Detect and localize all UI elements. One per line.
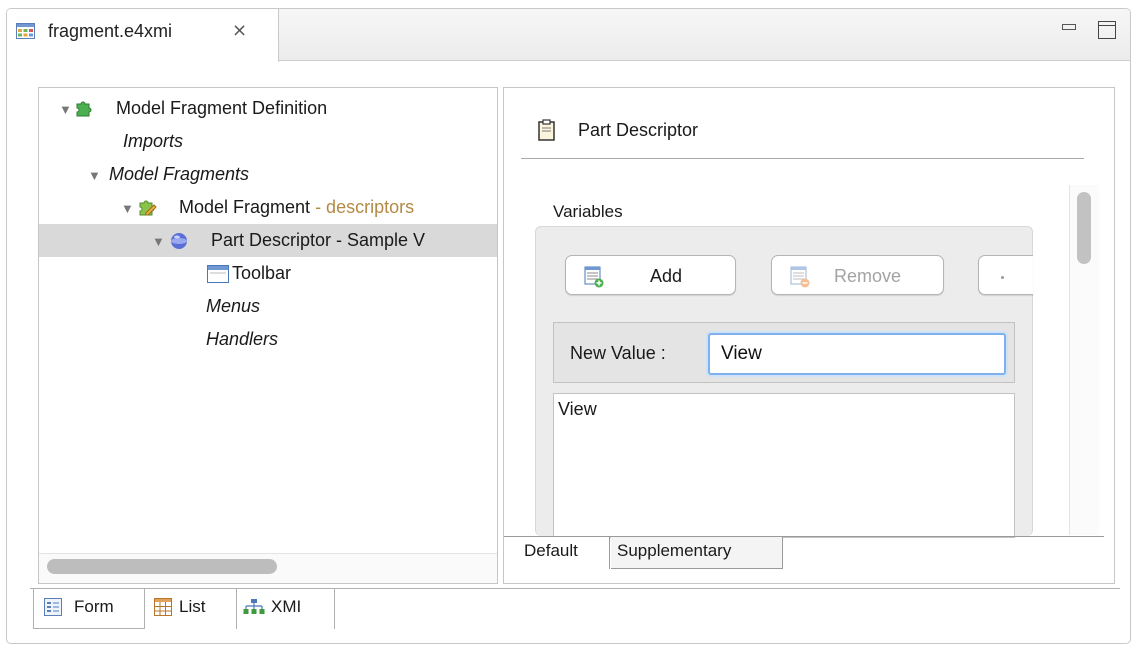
sphere-icon	[171, 233, 187, 249]
minimize-icon[interactable]	[1062, 24, 1076, 30]
form-icon	[44, 598, 62, 616]
puzzle-edit-icon	[139, 200, 157, 216]
maximize-icon[interactable]	[1098, 21, 1116, 39]
close-icon[interactable]: ⨯	[232, 20, 247, 41]
expand-triangle-icon[interactable]: ▼	[59, 102, 72, 117]
puzzle-green-icon	[76, 101, 92, 117]
variables-list[interactable]	[553, 393, 1015, 538]
tree-item-toolbar[interactable]: Toolbar	[39, 257, 497, 290]
more-icon	[1001, 276, 1004, 279]
tree-item-annotation: - descriptors	[310, 197, 415, 217]
hierarchy-icon	[243, 599, 265, 614]
remove-button[interactable]: Remove	[771, 255, 944, 295]
table-add-icon	[584, 266, 604, 288]
tree-item-model-fragment-definition[interactable]: ▼ Model Fragment Definition	[39, 92, 497, 125]
new-value-label: New Value :	[570, 343, 666, 363]
expand-triangle-icon[interactable]: ▼	[88, 168, 101, 183]
new-value-input[interactable]	[708, 333, 1006, 375]
tree-item-menus[interactable]: Menus	[39, 290, 497, 323]
e4xmi-file-icon	[16, 23, 35, 39]
details-scrollbar-thumb[interactable]	[1077, 192, 1091, 264]
list-item[interactable]: View	[558, 399, 597, 420]
tree-item-part-descriptor[interactable]: ▼ Part Descriptor - Sample V	[39, 224, 497, 257]
tree-item-imports[interactable]: Imports	[39, 125, 497, 158]
expand-triangle-icon[interactable]: ▼	[152, 234, 165, 249]
variables-label: Variables	[553, 202, 623, 221]
table-remove-icon	[790, 266, 810, 288]
tab-list[interactable]: List	[145, 589, 237, 629]
tree-item-label: Model Fragment	[179, 197, 311, 217]
tab-label: Supplementary	[617, 541, 732, 560]
table-icon	[154, 598, 172, 616]
expand-triangle-icon[interactable]: ▼	[121, 201, 134, 216]
tab-supplementary[interactable]: Supplementary	[611, 537, 783, 569]
more-button[interactable]	[978, 255, 1033, 295]
divider	[521, 158, 1084, 159]
tree-item-handlers[interactable]: Handlers	[39, 323, 497, 356]
tree-scrollbar-thumb[interactable]	[47, 559, 277, 574]
toolbar-icon	[207, 265, 229, 283]
part-descriptor-icon	[538, 119, 555, 141]
editor-tab-label: fragment.e4xmi	[48, 21, 173, 41]
tab-label: Default	[524, 541, 578, 560]
tab-default[interactable]: Default	[518, 537, 610, 569]
tab-form[interactable]: Form	[33, 589, 145, 629]
details-title: Part Descriptor	[578, 120, 699, 140]
model-tree: ▼ Model Fragment Definition Imports ▼ Mo…	[38, 87, 498, 584]
tab-xmi[interactable]: XMI	[237, 589, 335, 629]
add-button[interactable]: Add	[565, 255, 736, 295]
tree-item-model-fragments[interactable]: ▼ Model Fragments	[39, 158, 497, 191]
tree-item-model-fragment[interactable]: ▼ Model Fragment - descriptors	[39, 191, 497, 224]
